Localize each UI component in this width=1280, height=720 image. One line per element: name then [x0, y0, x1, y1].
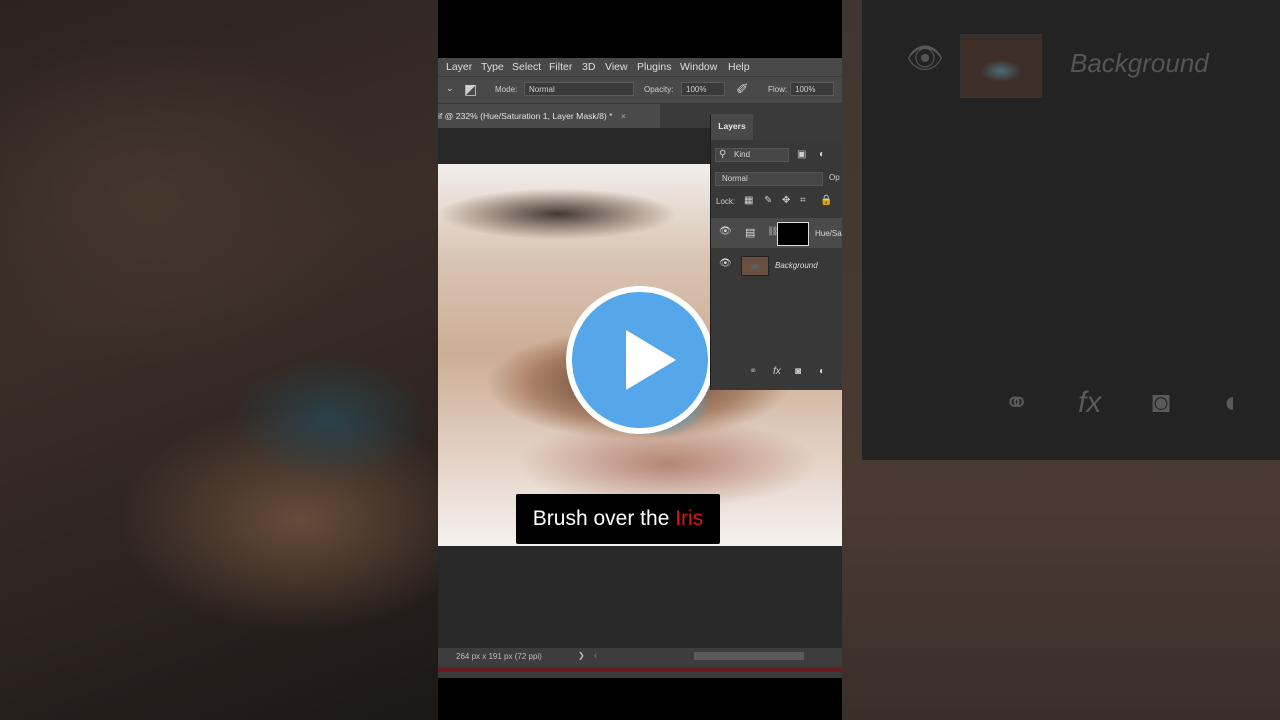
adjustment-layer-add-icon[interactable]: ◐	[819, 366, 825, 377]
zoomed-layer-row: 👁 Background	[862, 22, 1280, 110]
play-button-fill	[572, 292, 708, 428]
caption-highlight: Iris	[675, 507, 704, 530]
play-icon	[626, 330, 676, 390]
menu-help[interactable]: Help	[728, 61, 750, 73]
fx-icon: fx	[1078, 386, 1102, 419]
eye-icon: 👁	[906, 42, 945, 75]
artboard-lock-icon[interactable]: ⌗	[800, 195, 806, 206]
menu-plugins[interactable]: Plugins	[637, 61, 671, 73]
flow-value: 100%	[795, 85, 816, 94]
search-icon: ⚲	[719, 149, 727, 160]
adjustment-icon: ◐	[1224, 386, 1243, 419]
link-icon: ⚭	[1004, 387, 1030, 420]
chevron-down-icon[interactable]: ⌄	[446, 83, 454, 94]
blurred-background-left	[0, 0, 438, 720]
zoomed-layers-panel: 👁 Background ⚭ fx ◙ ◐	[862, 0, 1280, 460]
play-button[interactable]	[566, 286, 714, 434]
layers-panel-body: Kind ⚲ ▣ ◐ Normal Op Lock: ▦ ✎ ✥ ⌗ 🔒 👁 ▤…	[711, 140, 842, 390]
mode-select[interactable]: Normal	[524, 82, 634, 96]
scroll-left-icon[interactable]: ‹	[594, 650, 597, 660]
blurred-background-right: 👁 Background ⚭ fx ◙ ◐	[842, 0, 1280, 720]
opacity-value: 100%	[686, 85, 707, 94]
opacity-label: Opacity:	[644, 85, 674, 94]
menu-3d[interactable]: 3D	[582, 61, 595, 73]
mode-label: Mode:	[495, 85, 518, 94]
zoomed-layer-name: Background	[1070, 48, 1209, 78]
video-caption: Brush over the Iris	[516, 494, 720, 544]
menu-type[interactable]: Type	[481, 61, 504, 73]
opacity-label-partial: Op	[829, 173, 840, 182]
status-arrow-icon[interactable]: ❯	[578, 651, 585, 660]
lock-all-icon[interactable]: 🔒	[820, 195, 832, 206]
menu-layer[interactable]: Layer	[446, 61, 472, 73]
eye-icon[interactable]: 👁	[719, 258, 732, 269]
document-tab[interactable]: if @ 232% (Hue/Saturation 1, Layer Mask/…	[438, 104, 660, 128]
progress-strip	[438, 668, 842, 672]
layer-mask-thumbnail[interactable]	[777, 222, 809, 246]
caption-text: Brush over the	[532, 507, 676, 530]
blend-mode-value: Normal	[722, 174, 748, 183]
brush-preset-icon[interactable]: ◩	[464, 81, 477, 98]
image-filter-icon[interactable]: ▣	[797, 149, 806, 160]
menu-view[interactable]: View	[605, 61, 628, 73]
menu-bar: Layer Type Select Filter 3D View Plugins…	[438, 58, 842, 76]
layer-name: Background	[775, 261, 818, 270]
layer-thumbnail	[960, 34, 1042, 98]
adjustment-layer-icon: ▤	[745, 227, 756, 239]
add-mask-icon[interactable]: ◙	[795, 366, 801, 377]
link-layers-icon[interactable]: ⚭	[749, 366, 757, 377]
layer-row-background[interactable]: 👁 Background	[711, 250, 842, 280]
status-bar: 264 px x 191 px (72 ppi) ❯ ‹	[438, 648, 842, 666]
lock-pixels-icon[interactable]: ✎	[764, 195, 772, 206]
eye-icon[interactable]: 👁	[719, 226, 732, 237]
mask-icon: ◙	[1152, 386, 1171, 419]
layer-thumbnail	[741, 256, 769, 276]
horizontal-scrollbar[interactable]	[694, 652, 804, 660]
lock-transparency-icon[interactable]: ▦	[744, 195, 753, 206]
blend-mode-select[interactable]: Normal	[715, 172, 823, 186]
tab-layers[interactable]: Layers	[711, 114, 753, 140]
menu-select[interactable]: Select	[512, 61, 541, 73]
options-bar: ⌄ ◩ Mode: Normal Opacity: 100% ✐ Flow: 1…	[438, 76, 842, 103]
layer-name: Hue/Sa	[815, 229, 842, 238]
fx-icon[interactable]: fx	[773, 366, 781, 377]
filter-value: Kind	[734, 150, 751, 159]
zoomed-panel-footer: ⚭ fx ◙ ◐	[862, 380, 1280, 430]
opacity-field[interactable]: 100%	[681, 82, 725, 96]
layer-row-hue-saturation[interactable]: 👁 ▤ ⛓ Hue/Sa	[711, 218, 842, 248]
lock-label: Lock:	[716, 197, 736, 206]
document-title: if @ 232% (Hue/Saturation 1, Layer Mask/…	[438, 111, 613, 121]
photoshop-window: Layer Type Select Filter 3D View Plugins…	[438, 58, 842, 678]
layers-panel-header: Layers	[711, 114, 842, 140]
adjustment-filter-icon[interactable]: ◐	[819, 149, 825, 160]
document-dimensions: 264 px x 191 px (72 ppi)	[456, 652, 542, 661]
pressure-opacity-icon[interactable]: ✐	[736, 80, 749, 98]
mode-value: Normal	[529, 85, 555, 94]
close-icon[interactable]: ×	[621, 111, 626, 121]
layers-panel: Layers Kind ⚲ ▣ ◐ Normal Op Lock: ▦ ✎ ✥ …	[710, 114, 842, 390]
flow-field[interactable]: 100%	[790, 82, 834, 96]
menu-window[interactable]: Window	[680, 61, 717, 73]
flow-label: Flow:	[768, 85, 788, 94]
lock-position-icon[interactable]: ✥	[782, 195, 790, 206]
menu-filter[interactable]: Filter	[549, 61, 572, 73]
